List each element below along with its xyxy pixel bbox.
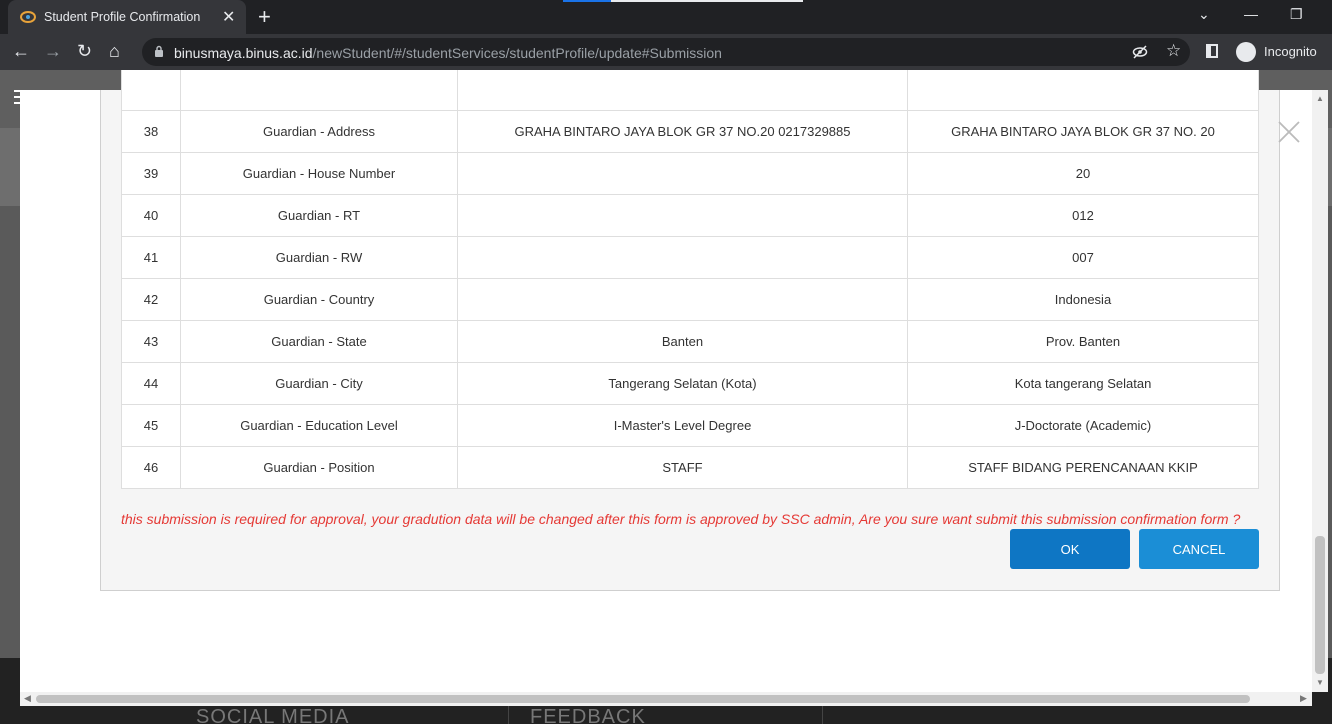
footer-social-media[interactable]: SOCIAL MEDIA <box>196 706 350 724</box>
old-value <box>457 278 908 321</box>
new-value: 20 <box>907 152 1259 195</box>
incognito-label: Incognito <box>1264 44 1317 59</box>
scroll-down-icon[interactable]: ▼ <box>1316 678 1324 687</box>
binus-favicon-icon <box>20 11 36 23</box>
scroll-left-icon[interactable]: ◀ <box>24 693 31 704</box>
new-tab-icon[interactable]: + <box>258 4 271 30</box>
table-row: 38 Guardian - Address GRAHA BINTARO JAYA B… <box>121 110 1259 153</box>
row-number: 38 <box>121 110 181 153</box>
new-value: Prov. Banten <box>907 320 1259 363</box>
browser-toolbar: ← → ↻ ⌂ binusmaya.binus.ac.id/newStudent… <box>0 34 1332 70</box>
table-row: 44 Guardian - City Tangerang Selatan (Kota… <box>121 362 1259 405</box>
incognito-icon[interactable] <box>1236 42 1256 62</box>
new-value: 007 <box>907 236 1259 279</box>
bookmark-star-icon[interactable]: ☆ <box>1166 41 1181 61</box>
new-value: GRAHA BINTARO JAYA BLOK GR 37 NO. 20 <box>907 110 1259 153</box>
table-row: 42 Guardian - Country Indonesia <box>121 278 1259 321</box>
changes-table: 38 Guardian - Address GRAHA BINTARO JAYA B… <box>121 70 1259 489</box>
ok-button[interactable]: OK <box>1010 529 1130 569</box>
new-value: STAFF BIDANG PERENCANAAN KKIP <box>907 446 1259 489</box>
old-value: Banten <box>457 320 908 363</box>
forward-arrow-icon[interactable]: → <box>44 41 62 62</box>
field-name: Guardian - Country <box>180 278 458 321</box>
lock-icon <box>155 45 163 57</box>
field-name: Guardian - Position <box>180 446 458 489</box>
new-value: 012 <box>907 194 1259 237</box>
field-name: Guardian - Education Level <box>180 404 458 447</box>
table-row: 45 Guardian - Education Level I-Master's L… <box>121 404 1259 447</box>
tab-close-icon[interactable]: ✕ <box>222 7 235 27</box>
old-value <box>457 152 908 195</box>
vertical-scroll-thumb[interactable] <box>1315 536 1325 674</box>
field-name: Guardian - City <box>180 362 458 405</box>
row-number: 41 <box>121 236 181 279</box>
old-value <box>457 194 908 237</box>
confirmation-message: this submission is required for approval… <box>121 511 1241 527</box>
submission-panel: 38 Guardian - Address GRAHA BINTARO JAYA B… <box>100 70 1280 591</box>
third-party-cookies-blocked-icon[interactable] <box>1132 44 1148 60</box>
row-number: 43 <box>121 320 181 363</box>
page-viewport: SOCIAL MEDIA FEEDBACK 38 Guardian - Addre… <box>0 70 1332 724</box>
home-icon[interactable]: ⌂ <box>109 41 120 62</box>
footer-feedback[interactable]: FEEDBACK <box>530 706 646 724</box>
url-path: /newStudent/#/studentServices/studentPro… <box>312 45 722 61</box>
restore-icon[interactable]: ❐ <box>1290 6 1303 23</box>
table-row: 40 Guardian - RT 012 <box>121 194 1259 237</box>
browser-tab[interactable]: Student Profile Confirmation ✕ <box>8 0 246 34</box>
vertical-scrollbar[interactable]: ▲ ▼ <box>1312 90 1328 692</box>
scroll-up-icon[interactable]: ▲ <box>1316 94 1324 103</box>
new-value: Indonesia <box>907 278 1259 321</box>
loading-progress-bar <box>563 0 803 2</box>
close-modal-icon[interactable] <box>1276 119 1302 145</box>
row-number: 42 <box>121 278 181 321</box>
tab-search-chevron-icon[interactable]: ⌄ <box>1198 6 1210 23</box>
field-name: Guardian - House Number <box>180 152 458 195</box>
new-value: J-Doctorate (Academic) <box>907 404 1259 447</box>
field-name: Guardian - RW <box>180 236 458 279</box>
row-number: 39 <box>121 152 181 195</box>
table-row <box>121 70 1259 111</box>
old-value: GRAHA BINTARO JAYA BLOK GR 37 NO.20 0217… <box>457 110 908 153</box>
horizontal-scroll-thumb[interactable] <box>36 695 1250 703</box>
table-row: 39 Guardian - House Number 20 <box>121 152 1259 195</box>
side-panel-icon[interactable] <box>1206 44 1218 58</box>
field-name: Guardian - State <box>180 320 458 363</box>
row-number: 45 <box>121 404 181 447</box>
field-name: Guardian - RT <box>180 194 458 237</box>
new-value: Kota tangerang Selatan <box>907 362 1259 405</box>
row-number: 44 <box>121 362 181 405</box>
horizontal-scrollbar[interactable]: ◀ ▶ <box>20 692 1312 706</box>
old-value: STAFF <box>457 446 908 489</box>
reload-icon[interactable]: ↻ <box>77 41 92 62</box>
old-value <box>457 236 908 279</box>
tab-title: Student Profile Confirmation <box>44 10 201 24</box>
tab-strip: Student Profile Confirmation ✕ + ⌄ — ❐ <box>0 0 1332 34</box>
table-row: 43 Guardian - State Banten Prov. Banten <box>121 320 1259 363</box>
row-number: 40 <box>121 194 181 237</box>
table-row: 46 Guardian - Position STAFF STAFF BIDANG P… <box>121 446 1259 489</box>
table-row: 41 Guardian - RW 007 <box>121 236 1259 279</box>
minimize-icon[interactable]: — <box>1244 6 1258 22</box>
url-host: binusmaya.binus.ac.id <box>174 45 313 61</box>
old-value: I-Master's Level Degree <box>457 404 908 447</box>
back-arrow-icon[interactable]: ← <box>12 41 30 62</box>
field-name: Guardian - Address <box>180 110 458 153</box>
old-value: Tangerang Selatan (Kota) <box>457 362 908 405</box>
row-number: 46 <box>121 446 181 489</box>
scroll-right-icon[interactable]: ▶ <box>1300 693 1307 704</box>
confirmation-modal: 38 Guardian - Address GRAHA BINTARO JAYA B… <box>20 70 1312 692</box>
cancel-button[interactable]: CANCEL <box>1139 529 1259 569</box>
address-bar[interactable]: binusmaya.binus.ac.id/newStudent/#/stude… <box>142 38 1190 66</box>
